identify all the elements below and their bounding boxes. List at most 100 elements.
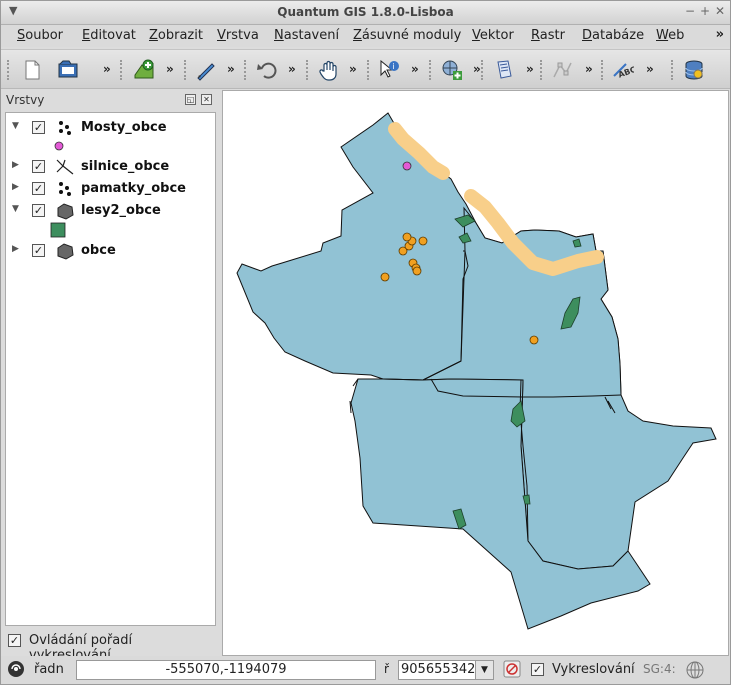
chevron-down-icon[interactable]: ▼: [475, 661, 493, 679]
map-rendering[interactable]: [223, 91, 729, 656]
expand-arrow-icon[interactable]: ▶: [12, 182, 19, 192]
undo-icon[interactable]: [254, 57, 280, 83]
toolbar-grip[interactable]: [120, 60, 124, 80]
expand-arrow-icon[interactable]: ▶: [12, 160, 19, 170]
polygon-icon: [55, 202, 75, 220]
maximize-icon[interactable]: +: [698, 4, 712, 18]
monument-point: [412, 266, 422, 276]
float-panel-icon[interactable]: ◱: [185, 94, 196, 105]
minimize-icon[interactable]: −: [683, 4, 697, 18]
menu-editovat[interactable]: Editovat: [82, 28, 136, 43]
layer-visibility-checkbox[interactable]: ✓: [32, 204, 45, 217]
points-icon: [55, 119, 75, 137]
forest-legend-symbol: [50, 222, 66, 242]
layers-panel: Vrstvy ◱ ✕ ▼ ✓ Mosty_obce ▶ ✓ silnice_ob…: [1, 90, 220, 663]
scale-label: ř: [384, 662, 389, 676]
svg-text:i: i: [393, 62, 395, 71]
coordinate-input[interactable]: -555070,-1194079: [76, 660, 376, 680]
close-icon[interactable]: ✕: [713, 4, 727, 18]
node-tool-icon[interactable]: [549, 57, 575, 83]
toolbar-overflow-icon[interactable]: »: [646, 62, 654, 76]
layer-name: silnice_obce: [81, 159, 170, 174]
add-wms-layer-icon[interactable]: [439, 57, 465, 83]
layer-row-mosty-obce[interactable]: ▼ ✓ Mosty_obce: [6, 118, 215, 138]
collapse-arrow-icon[interactable]: ▼: [12, 121, 19, 131]
stop-render-icon[interactable]: [503, 660, 521, 682]
render-order-control[interactable]: ✓ Ovládání pořadí vykreslování: [5, 630, 216, 663]
layer-name: lesy2_obce: [81, 203, 161, 218]
help-manual-icon[interactable]: [491, 57, 517, 83]
collapse-arrow-icon[interactable]: ▼: [12, 204, 19, 214]
toolbar-grip[interactable]: [184, 60, 188, 80]
render-checkbox[interactable]: ✓: [531, 663, 544, 676]
menu-zasuvne-moduly[interactable]: Zásuvné moduly: [353, 28, 461, 43]
toolbar-grip[interactable]: [540, 60, 544, 80]
toolbar-overflow-icon[interactable]: »: [227, 62, 235, 76]
open-project-icon[interactable]: [55, 57, 81, 83]
render-label: Vykreslování: [552, 662, 635, 677]
layer-name: Mosty_obce: [81, 120, 167, 135]
toolbar-overflow-icon[interactable]: »: [288, 62, 296, 76]
layer-name: pamatky_obce: [81, 181, 186, 196]
lines-icon: [55, 158, 75, 176]
crs-status-label[interactable]: SG:4:: [643, 662, 676, 676]
toolbar-overflow-icon[interactable]: »: [473, 62, 481, 76]
menu-overflow-icon[interactable]: »: [716, 27, 724, 42]
window-title: Quantum GIS 1.8.0-Lisboa: [277, 5, 454, 19]
pan-map-icon[interactable]: [316, 57, 342, 83]
menu-vektor[interactable]: Vektor: [472, 28, 514, 43]
identify-features-icon[interactable]: i: [376, 57, 402, 83]
scale-value: 905655342: [401, 662, 476, 677]
label-tool-icon[interactable]: ABC: [610, 57, 636, 83]
map-canvas[interactable]: [222, 90, 729, 656]
toolbar-overflow-icon[interactable]: »: [526, 62, 534, 76]
scale-combobox[interactable]: 905655342 ▼: [398, 660, 494, 680]
toolbar-overflow-icon[interactable]: »: [585, 62, 593, 76]
toolbar-grip[interactable]: [367, 60, 371, 80]
database-tool-icon[interactable]: [681, 57, 707, 83]
menu-bar: Soubor Editovat Zobrazit Vrstva Nastaven…: [1, 25, 730, 47]
toggle-editing-icon[interactable]: [193, 57, 219, 83]
toolbar-grip[interactable]: [7, 60, 11, 80]
render-order-checkbox[interactable]: ✓: [8, 634, 21, 647]
crs-globe-icon[interactable]: [685, 660, 705, 684]
menu-vrstva[interactable]: Vrstva: [217, 28, 259, 43]
polygon-icon: [55, 242, 75, 260]
menu-databaze[interactable]: Databáze: [582, 28, 644, 43]
new-project-icon[interactable]: [19, 57, 45, 83]
close-panel-icon[interactable]: ✕: [201, 94, 212, 105]
toolbar-overflow-icon[interactable]: »: [349, 62, 357, 76]
layer-row-obce[interactable]: ▶ ✓ obce: [6, 241, 215, 261]
toolbar-grip[interactable]: [244, 60, 248, 80]
layer-visibility-checkbox[interactable]: ✓: [32, 182, 45, 195]
layers-panel-title: Vrstvy: [6, 93, 45, 107]
toolbar-overflow-icon[interactable]: »: [411, 62, 419, 76]
layer-row-silnice-obce[interactable]: ▶ ✓ silnice_obce: [6, 157, 215, 177]
layer-visibility-checkbox[interactable]: ✓: [32, 160, 45, 173]
coordinate-toggle-icon[interactable]: [7, 660, 25, 682]
toolbar-grip[interactable]: [481, 60, 485, 80]
monument-point: [380, 272, 390, 282]
bridge-point: [402, 161, 412, 171]
menu-zobrazit[interactable]: Zobrazit: [149, 28, 203, 43]
toolbar-grip[interactable]: [671, 60, 675, 80]
add-vector-layer-icon[interactable]: [131, 57, 157, 83]
layer-visibility-checkbox[interactable]: ✓: [32, 121, 45, 134]
menu-soubor[interactable]: Soubor: [17, 28, 63, 43]
toolbar-grip[interactable]: [306, 60, 310, 80]
main-toolbar: » » » » » i » » » » ABC »: [1, 49, 730, 89]
coordinate-label: řadn: [34, 662, 64, 677]
layer-visibility-checkbox[interactable]: ✓: [32, 244, 45, 257]
layer-row-lesy2-obce[interactable]: ▼ ✓ lesy2_obce: [6, 201, 215, 221]
toolbar-grip[interactable]: [429, 60, 433, 80]
menu-nastaveni[interactable]: Nastavení: [274, 28, 339, 43]
toolbar-overflow-icon[interactable]: »: [103, 62, 111, 76]
toolbar-grip[interactable]: [601, 60, 605, 80]
layer-row-pamatky-obce[interactable]: ▶ ✓ pamatky_obce: [6, 179, 215, 199]
toolbar-overflow-icon[interactable]: »: [166, 62, 174, 76]
menu-web[interactable]: Web: [656, 28, 684, 43]
points-icon: [55, 180, 75, 198]
expand-arrow-icon[interactable]: ▶: [12, 244, 19, 254]
layer-name: obce: [81, 243, 116, 258]
menu-rastr[interactable]: Rastr: [531, 28, 565, 43]
